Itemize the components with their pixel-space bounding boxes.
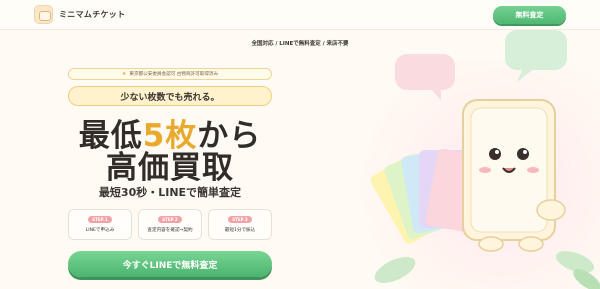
license-badge: ★ 東京都公安委員会認可 古物商許可取得済み [68, 68, 272, 80]
speech-bubble-green [505, 30, 567, 82]
tagline: 少ない枚数でも売れる。 [68, 86, 272, 106]
ticket-mascot-illustration [370, 30, 600, 289]
mascot-ticket [462, 99, 566, 252]
step-card-2: STEP 2 査定内容を確認→契約 [138, 209, 202, 240]
header-free-assessment-button[interactable]: 無料査定 [493, 6, 566, 24]
speech-bubble-pink [395, 54, 455, 100]
step-text: LINEで申込み [85, 228, 115, 233]
step-card-1: STEP 1 LINEで申込み [68, 209, 132, 240]
subheadline: 最短30秒・LINEで簡単査定 [98, 186, 242, 199]
license-badge-text: 東京都公安委員会認可 古物商許可取得済み [129, 72, 219, 77]
header: ミニマムチケット 無料査定 [0, 0, 600, 30]
step-pill: STEP 3 [228, 216, 252, 223]
step-text: 最短1分で振込 [224, 228, 256, 233]
ticket-mascot-icon [34, 5, 53, 24]
logo[interactable]: ミニマムチケット [34, 5, 125, 24]
main-line-assessment-button[interactable]: 今すぐLINEで無料査定 [68, 251, 272, 277]
logo-text: ミニマムチケット [59, 10, 126, 19]
step-card-3: STEP 3 最短1分で振込 [208, 209, 272, 240]
step-text: 査定内容を確認→契約 [147, 228, 193, 233]
plant-leaves [374, 251, 600, 289]
step-pill: STEP 1 [88, 216, 112, 223]
step-pill: STEP 2 [158, 216, 182, 223]
steps: STEP 1 LINEで申込み STEP 2 査定内容を確認→契約 STEP 3… [68, 209, 272, 240]
star-icon: ★ [121, 71, 127, 77]
headline-line2: 高価買取 [106, 150, 234, 186]
